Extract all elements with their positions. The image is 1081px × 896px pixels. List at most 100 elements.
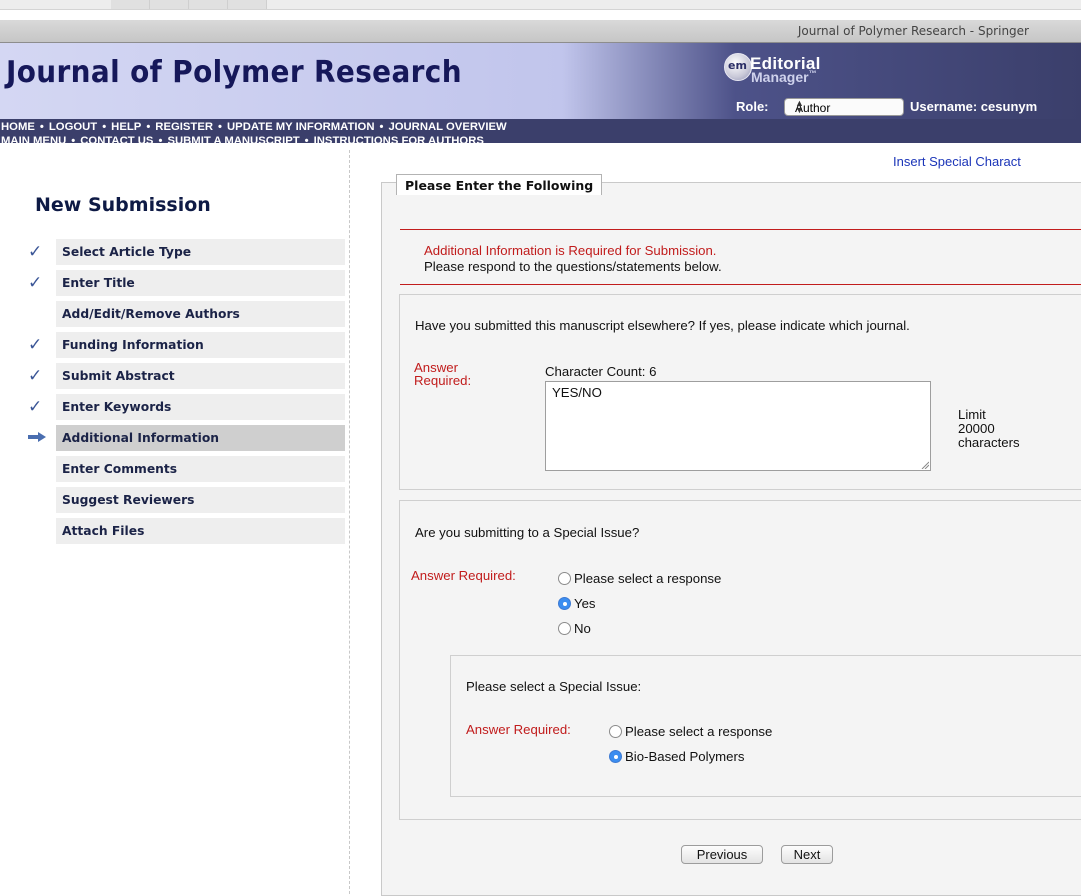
nav-link-contact-us[interactable]: CONTACT US — [80, 135, 153, 147]
sidebar-step-label: Enter Keywords — [62, 400, 172, 414]
sidebar-step-label: Enter Comments — [62, 462, 178, 476]
sidebar-step-label: Add/Edit/Remove Authors — [62, 307, 240, 321]
em-logo-icon: em — [724, 53, 752, 81]
nav-link-register[interactable]: REGISTER — [155, 121, 213, 133]
sidebar-step-label: Submit Abstract — [62, 369, 175, 383]
sidebar-step-select-article-type[interactable]: ✓ Select Article Type — [28, 239, 345, 265]
sidebar-step-box[interactable]: Enter Comments — [56, 456, 345, 482]
sidebar-step-funding-information[interactable]: ✓ Funding Information — [28, 332, 345, 358]
radio-option-no[interactable]: No — [558, 621, 591, 636]
answer-required-label: Answer Required: — [466, 722, 571, 737]
main-navigation: HOME • LOGOUT • HELP • REGISTER • UPDATE MY INFO… — [0, 120, 700, 148]
nav-link-instructions-for-authors[interactable]: INSTRUCTIONS FOR AUTHORS — [314, 135, 484, 147]
insert-special-characters-link[interactable]: Insert Special Charact — [893, 154, 1021, 169]
character-count: Character Count: 6 — [545, 364, 657, 379]
sidebar-step-attach-files[interactable]: Attach Files — [28, 518, 345, 544]
sidebar-step-box[interactable]: Select Article Type — [56, 239, 345, 265]
nav-link-home[interactable]: HOME — [1, 121, 35, 133]
checkmark-icon: ✓ — [28, 397, 43, 417]
nav-separator: • — [39, 121, 44, 133]
checkmark-icon: ✓ — [28, 335, 43, 355]
sidebar-step-box[interactable]: Add/Edit/Remove Authors — [56, 301, 345, 327]
nav-separator: • — [146, 121, 151, 133]
radio-label: Please select a response — [574, 571, 722, 586]
checkmark-icon: ✓ — [28, 242, 43, 262]
notice-required: Additional Information is Required for S… — [424, 243, 717, 258]
radio-option-bio-based-polymers[interactable]: Bio-Based Polymers — [609, 749, 744, 764]
current-step-arrow-icon — [28, 432, 46, 442]
username: Username: cesunym — [910, 99, 1038, 114]
checkmark-icon: ✓ — [28, 366, 43, 386]
answer-required-label: Answer Required: — [414, 360, 472, 388]
nav-separator: • — [102, 121, 107, 133]
question-text: Are you submitting to a Special Issue? — [415, 525, 640, 540]
nav-line-1: HOME • LOGOUT • HELP • REGISTER • UPDATE MY INFO… — [1, 120, 700, 134]
sidebar-step-enter-keywords[interactable]: ✓ Enter Keywords — [28, 394, 345, 420]
nav-line-2: MAIN MENU • CONTACT US • SUBMIT A MANUSCRIPT… — [1, 134, 700, 148]
sidebar-step-additional-information[interactable]: Additional Information — [28, 425, 345, 451]
radio-unselected-icon[interactable] — [558, 622, 571, 636]
sidebar-step-suggest-reviewers[interactable]: Suggest Reviewers — [28, 487, 345, 513]
nav-separator: • — [218, 121, 222, 133]
sidebar-step-box[interactable]: Suggest Reviewers — [56, 487, 345, 513]
journal-title: Journal of Polymer Research — [6, 55, 462, 90]
browser-tab[interactable] — [228, 0, 267, 9]
browser-top-strip — [0, 0, 1081, 10]
nav-separator: • — [304, 135, 309, 147]
role-label: Role: — [736, 99, 769, 114]
radio-selected-icon[interactable] — [558, 597, 571, 611]
nav-separator: • — [158, 135, 163, 147]
sidebar-step-label: Additional Information — [62, 431, 220, 445]
radio-option-yes[interactable]: Yes — [558, 596, 596, 611]
sidebar-step-enter-title[interactable]: ✓ Enter Title — [28, 270, 345, 296]
nav-link-main-menu[interactable]: MAIN MENU — [1, 135, 66, 147]
browser-tab[interactable] — [150, 0, 189, 9]
sidebar-step-label: Select Article Type — [62, 245, 192, 259]
sidebar-step-box[interactable]: Additional Information — [56, 425, 345, 451]
sidebar-step-add-edit-remove-authors[interactable]: Add/Edit/Remove Authors — [28, 301, 345, 327]
sidebar-step-box[interactable]: Funding Information — [56, 332, 345, 358]
character-limit: Limit 20000 characters — [958, 407, 1020, 450]
nav-link-help[interactable]: HELP — [111, 121, 141, 133]
form-legend: Please Enter the Following — [396, 174, 603, 195]
sidebar-step-label: Attach Files — [62, 524, 145, 538]
radio-selected-icon[interactable] — [609, 750, 622, 764]
sidebar-step-box[interactable]: Attach Files — [56, 518, 345, 544]
nav-link-journal-overview[interactable]: JOURNAL OVERVIEW — [388, 121, 506, 133]
question-select-special-issue: Please select a Special Issue: Answer Re… — [450, 655, 1081, 797]
sidebar-step-submit-abstract[interactable]: ✓ Submit Abstract — [28, 363, 345, 389]
sidebar-step-box[interactable]: Submit Abstract — [56, 363, 345, 389]
sidebar-title: New Submission — [35, 194, 211, 216]
checkmark-icon: ✓ — [28, 273, 43, 293]
sidebar-step-box[interactable]: Enter Keywords — [56, 394, 345, 420]
radio-option-please-select-a-response[interactable]: Please select a response — [609, 724, 772, 739]
question-manuscript-elsewhere: Have you submitted this manuscript elsew… — [399, 294, 1081, 490]
sidebar-step-enter-comments[interactable]: Enter Comments — [28, 456, 345, 482]
site-name: Journal of Polymer Research - Springer — [797, 24, 1029, 38]
browser-tab[interactable] — [111, 0, 150, 9]
radio-unselected-icon[interactable] — [609, 725, 622, 739]
resize-grip-icon[interactable] — [921, 461, 929, 469]
nav-link-update-my-information[interactable]: UPDATE MY INFORMATION — [227, 121, 374, 133]
radio-option-please-select-a-response[interactable]: Please select a response — [558, 571, 721, 586]
editorial-manager-logo: em Editorial Manager™ — [724, 53, 904, 89]
next-button[interactable]: Next — [781, 845, 833, 864]
radio-unselected-icon[interactable] — [558, 572, 571, 586]
submission-steps: ✓ Select Article Type ✓ Enter Title Add/Edit… — [28, 239, 345, 549]
select-updown-icon: ▲ ▼ — [795, 98, 804, 115]
nav-separator: • — [379, 121, 384, 133]
radio-label: Please select a response — [625, 724, 773, 739]
answer-textarea[interactable]: YES/NO — [545, 381, 931, 471]
radio-label: No — [574, 621, 591, 636]
previous-button[interactable]: Previous — [681, 845, 763, 864]
required-notice: Additional Information is Required for S… — [400, 229, 1081, 285]
answer-required-label: Answer Required: — [411, 568, 516, 583]
sidebar-step-label: Funding Information — [62, 338, 204, 352]
nav-link-logout[interactable]: LOGOUT — [49, 121, 97, 133]
role-select[interactable]: Author ▲ ▼ — [784, 98, 904, 116]
question-text: Please select a Special Issue: — [466, 679, 642, 694]
browser-tab[interactable] — [189, 0, 228, 9]
nav-link-submit-a-manuscript[interactable]: SUBMIT A MANUSCRIPT — [167, 135, 299, 147]
sidebar-divider — [349, 150, 350, 894]
sidebar-step-box[interactable]: Enter Title — [56, 270, 345, 296]
